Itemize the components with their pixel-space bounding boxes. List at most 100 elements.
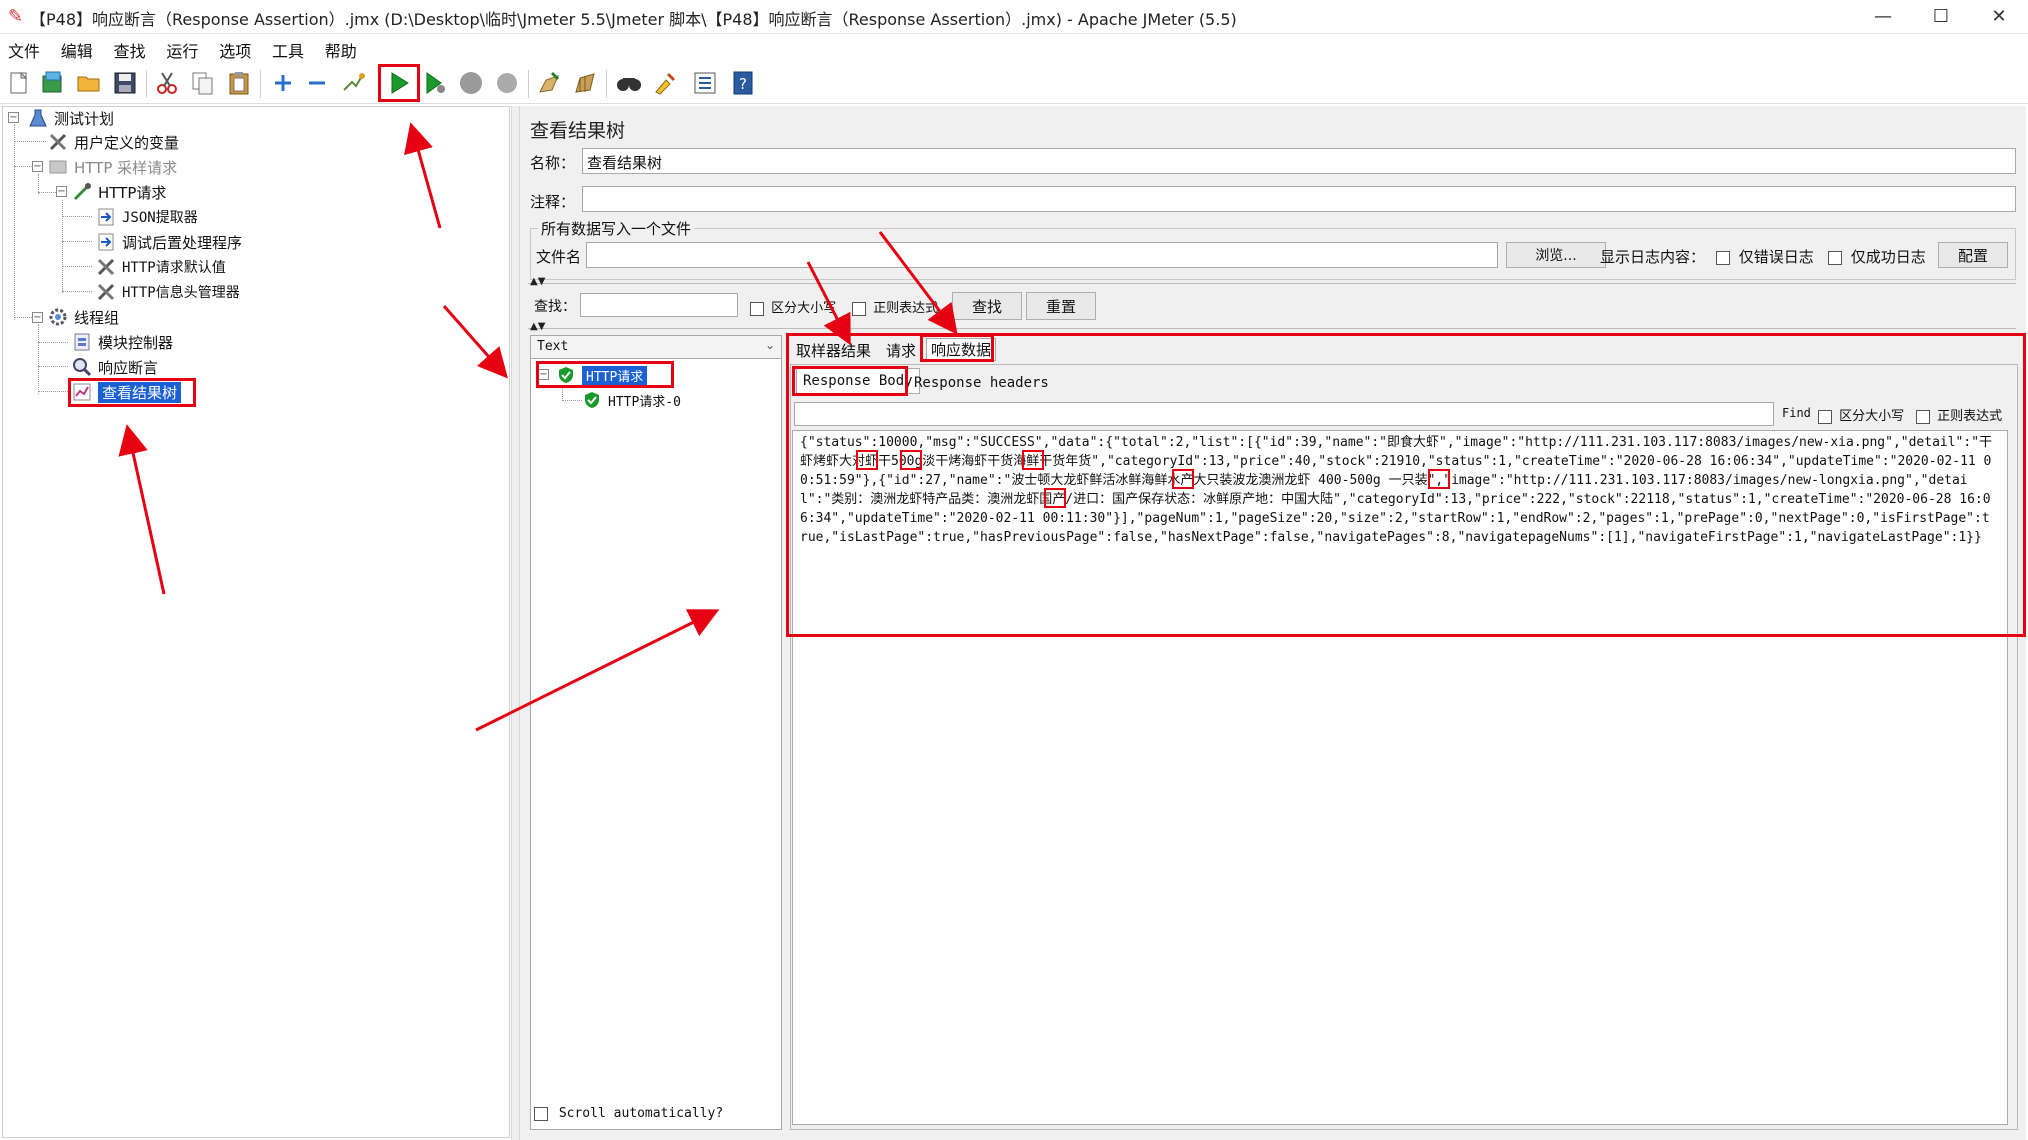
close-button[interactable]: ✕ [1970,0,2028,34]
tab-request[interactable]: 请求 [886,340,916,361]
paste-icon[interactable] [224,68,254,98]
tree-item-thread-group[interactable]: 线程组 [48,305,119,329]
tree-item-http-header[interactable]: HTTP信息头管理器 [96,280,240,304]
copy-icon[interactable] [188,68,218,98]
tree-line [62,266,92,267]
result-item-http-request[interactable]: HTTP请求 [556,363,648,387]
toggle-icon[interactable] [338,68,368,98]
collapse-icon[interactable] [302,68,332,98]
response-regex-label: 正则表达式 [1937,409,2003,424]
cut-icon[interactable] [152,68,182,98]
clear-icon[interactable] [534,68,564,98]
expand-icon[interactable] [268,68,298,98]
minimize-button[interactable]: — [1854,0,1912,34]
clear-all-icon[interactable] [570,68,600,98]
renderer-select[interactable]: Text ⌄ [530,335,782,359]
scroll-auto-label: Scroll automatically? [558,1106,724,1121]
tree-item-module-controller[interactable]: 模块控制器 [72,330,173,354]
menu-help[interactable]: 帮助 [317,36,365,64]
collapse-arrows-icon[interactable]: ▲▼ [530,321,545,332]
menu-options[interactable]: 选项 [211,36,259,64]
response-find-label: Find [1782,406,1811,420]
split-divider[interactable] [511,106,520,1140]
browse-button[interactable]: 浏览... [1506,242,1606,268]
regex-checkbox[interactable]: 正则表达式 [852,297,938,316]
checkbox-box[interactable] [1818,409,1832,424]
tree-item-user-vars[interactable]: 用户定义的变量 [48,130,179,154]
checkbox-box[interactable] [1716,250,1730,265]
response-body-text[interactable]: {"status":10000,"msg":"SUCCESS","data":{… [800,433,1996,547]
search-icon[interactable] [614,68,644,98]
templates-icon[interactable] [38,68,68,98]
tab-response-data[interactable]: 响应数据 [926,338,997,361]
tree-item-test-plan[interactable]: 测试计划 [28,106,114,130]
scroll-auto-checkbox[interactable]: Scroll automatically? [534,1106,723,1121]
save-icon[interactable] [110,68,140,98]
reset-search-icon[interactable] [650,68,680,98]
results-list[interactable] [530,335,782,1130]
chevron-down-icon[interactable]: ⌄ [765,338,775,352]
menu-tools[interactable]: 工具 [264,36,312,64]
toolbar-separator [260,70,261,98]
comment-field[interactable] [582,186,2016,212]
response-case-checkbox[interactable]: 区分大小写 [1818,405,1904,424]
reset-button[interactable]: 重置 [1026,292,1096,320]
configure-button[interactable]: 配置 [1938,242,2008,268]
flask-icon [28,108,48,128]
menu-search[interactable]: 查找 [106,36,154,64]
response-find-input[interactable] [794,402,1774,426]
collapse-arrows-icon[interactable]: ▲▼ [530,276,545,287]
name-field[interactable]: 查看结果树 [582,148,2016,174]
result-item-http-request-0[interactable]: HTTP请求-0 [582,388,681,412]
errors-only-checkbox[interactable]: 仅错误日志 [1716,246,1814,267]
function-helper-icon[interactable] [690,68,720,98]
case-sensitive-label: 区分大小写 [771,301,837,316]
maximize-button[interactable]: ☐ [1912,0,1970,34]
start-icon[interactable] [384,68,414,98]
search-input[interactable] [580,293,738,317]
collapse-toggle[interactable]: − [538,369,549,380]
success-only-checkbox[interactable]: 仅成功日志 [1828,246,1926,267]
subtab-response-headers[interactable]: Response headers [908,370,1055,396]
menu-edit[interactable]: 编辑 [53,36,101,64]
menu-bar: 文件 编辑 查找 运行 选项 工具 帮助 [0,36,2028,62]
checkbox-box[interactable] [750,301,764,316]
tree-item-label: 查看结果树 [98,381,182,403]
tab-sampler-result[interactable]: 取样器结果 [796,340,871,361]
tree-item-json-extractor[interactable]: JSON提取器 [96,205,198,229]
tree-item-label: HTTP信息头管理器 [122,285,240,301]
menu-run[interactable]: 运行 [158,36,206,64]
stop-icon[interactable] [456,68,486,98]
collapse-toggle[interactable]: − [56,186,67,197]
start-no-pauses-icon[interactable] [420,68,450,98]
response-regex-checkbox[interactable]: 正则表达式 [1916,405,2002,424]
checkbox-box[interactable] [1828,250,1842,265]
checkbox-box[interactable] [534,1106,548,1121]
subtab-response-body[interactable]: Response Body [796,368,920,394]
tree-line [14,124,15,320]
filename-field[interactable] [586,242,1498,268]
tree-item-response-assertion[interactable]: 响应断言 [72,355,158,379]
shutdown-icon[interactable] [492,68,522,98]
panel-title: 查看结果树 [530,120,626,142]
collapse-toggle[interactable]: − [8,112,19,123]
tree-item-view-results-tree[interactable]: 查看结果树 [72,380,182,404]
menu-file[interactable]: 文件 [0,36,48,64]
checkbox-box[interactable] [1916,409,1930,424]
checkbox-box[interactable] [852,301,866,316]
open-icon[interactable] [74,68,104,98]
tree-item-http-defaults[interactable]: HTTP请求默认值 [96,255,226,279]
success-shield-icon [582,390,602,410]
collapse-toggle[interactable]: − [32,161,43,172]
svg-text:?: ? [739,75,747,93]
tree-item-http-sampler-disabled[interactable]: HTTP 采样请求 [48,155,177,179]
help-icon[interactable]: ? [728,68,758,98]
comment-label: 注释： [530,193,576,211]
case-sensitive-checkbox[interactable]: 区分大小写 [750,297,836,316]
collapse-toggle[interactable]: − [32,312,43,323]
tree-item-debug-post[interactable]: 调试后置处理程序 [96,230,242,254]
new-icon[interactable] [4,68,34,98]
section-divider [528,328,2016,329]
tree-item-http-request[interactable]: HTTP请求 [72,180,166,204]
find-button[interactable]: 查找 [952,292,1022,320]
